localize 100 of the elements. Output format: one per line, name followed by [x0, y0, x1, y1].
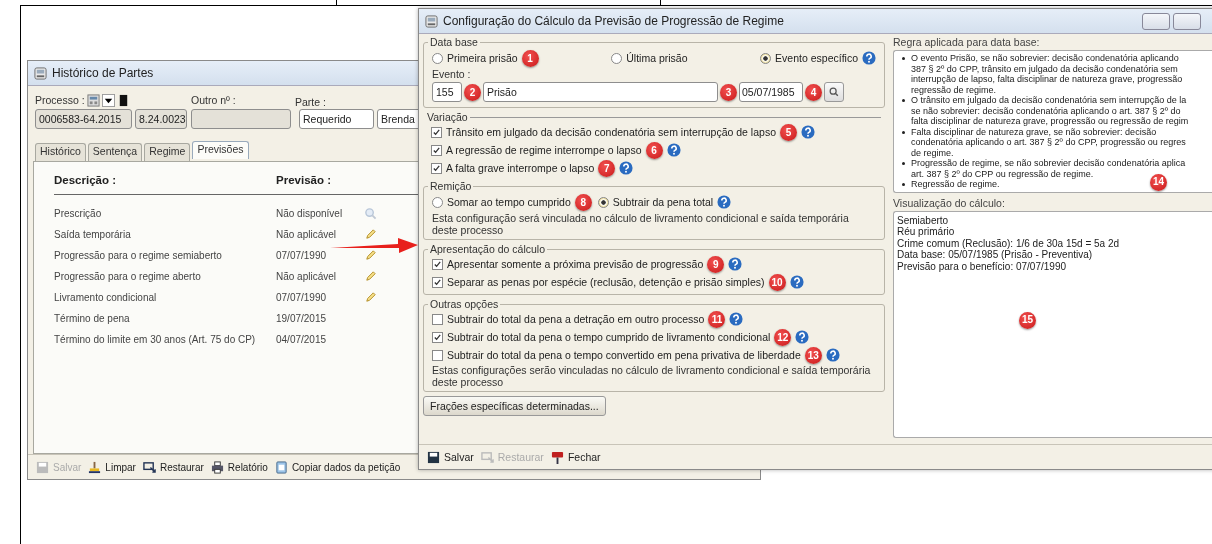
- tab[interactable]: Regime: [144, 143, 191, 161]
- other-number-field[interactable]: [191, 109, 291, 129]
- minimize-button[interactable]: [1142, 12, 1170, 30]
- callout-badge: 3: [720, 83, 737, 101]
- rule-text: Regressão de regime.: [911, 179, 1000, 190]
- radio-button[interactable]: [760, 52, 772, 64]
- process-suffix-field[interactable]: 8.24.0023: [135, 109, 187, 129]
- field-label: Evento :: [432, 68, 472, 82]
- rule-text: O evento Prisão, se não sobrevier: decisão condenatória aplicando: [911, 53, 1180, 64]
- help-icon[interactable]: [717, 195, 732, 209]
- option-label: Somar ao tempo cumprido: [447, 196, 571, 208]
- toolbar-button[interactable]: Limpar: [88, 460, 136, 474]
- checkbox[interactable]: [431, 162, 442, 174]
- checkbox[interactable]: [431, 144, 442, 156]
- description-cell-text: Livramento condicional: [54, 292, 158, 303]
- option-label: Evento específico: [775, 52, 858, 64]
- event-name-field[interactable]: Prisão: [483, 82, 718, 102]
- forecast-cell-text: 04/07/2015: [276, 334, 328, 345]
- note-text: Esta configuração será vinculada no cálculo de livramento condicional e saída temporária deste processo: [432, 212, 850, 236]
- checkbox[interactable]: [432, 258, 443, 270]
- note-text: Estas configurações serão vinculadas no cálculo de livramento condicional e saída temporária deste processo: [432, 364, 872, 388]
- callout-badge: 8: [574, 193, 592, 211]
- event-date-field[interactable]: 05/07/1985: [739, 82, 803, 102]
- forecast-cell-text: Não disponível: [276, 208, 344, 219]
- window-arrow-icon: [142, 460, 156, 474]
- preview-text: Semiaberto: [897, 214, 950, 226]
- preview-text: Previsão para o benefício: 07/07/1990: [897, 260, 1067, 272]
- forecast-cell-text: Não aplicável: [276, 229, 338, 240]
- toolbar-button[interactable]: Salvar: [427, 450, 474, 464]
- panel-label: Regra aplicada para data base:: [893, 36, 1041, 50]
- help-icon[interactable]: [666, 143, 681, 157]
- group-label: Remição: [429, 180, 473, 192]
- description-cell-text: Saída temporária: [54, 229, 132, 240]
- rule-text: regressão de regime.: [911, 84, 998, 95]
- rule-text: se não sobrevier: decisão condenatória aplicando o art. 387 § 2º do: [911, 105, 1182, 116]
- help-icon[interactable]: [729, 312, 744, 326]
- callout-badge: 9: [707, 255, 725, 273]
- checkbox[interactable]: [432, 276, 443, 288]
- radio-button[interactable]: [611, 52, 623, 64]
- checkbox-label: Separar as penas por espécie (reclusão, detenção e prisão simples): [447, 276, 765, 288]
- callout-badge: 2: [464, 83, 481, 101]
- toolbar-button[interactable]: Copiar dados da petição: [274, 460, 401, 474]
- radio-button[interactable]: [432, 52, 443, 64]
- checkbox[interactable]: [432, 349, 443, 361]
- field-label: Processo :: [35, 94, 85, 106]
- checkbox[interactable]: [431, 126, 442, 138]
- help-icon[interactable]: [801, 125, 815, 139]
- dropdown-icon[interactable]: [101, 93, 115, 107]
- checkbox-label: A falta grave interrompe o lapso: [446, 162, 595, 174]
- description-cell-text: Término do limite em 30 anos (Art. 75 do CP): [54, 334, 257, 345]
- checkbox-label: A regressão de regime interrompe o lapso: [446, 144, 642, 156]
- window-icon: [34, 66, 47, 80]
- search-icon: [828, 86, 840, 98]
- bullet-icon: [902, 130, 905, 134]
- group-label: Apresentação do cálculo: [429, 243, 546, 255]
- party-role-field[interactable]: Requerido: [299, 109, 374, 129]
- rule-text: condenatória aplicando o art. 387 § 2º do CPP, progressão ou regres: [911, 137, 1186, 148]
- tab[interactable]: Histórico: [35, 143, 86, 161]
- rule-text: Falta disciplinar de natureza grave, se não sobrevier: decisão: [911, 126, 1158, 137]
- toolbar-button[interactable]: Relatório: [210, 460, 268, 474]
- help-icon[interactable]: [728, 257, 743, 271]
- option-label: Primeira prisão: [447, 52, 518, 64]
- group-label: Outras opções: [429, 298, 500, 310]
- description-cell-text: Término de pena: [54, 313, 131, 324]
- event-code-field[interactable]: 155: [432, 82, 462, 102]
- help-icon[interactable]: [862, 51, 876, 65]
- callout-badge: 13: [804, 346, 822, 364]
- checkbox-label: Subtrair do total da pena o tempo convertido em pena privativa de liberdade: [447, 349, 801, 361]
- callout-badge: 4: [805, 83, 822, 101]
- tab[interactable]: Previsões: [192, 141, 249, 159]
- maximize-button[interactable]: [1173, 12, 1201, 30]
- tab[interactable]: Sentença: [87, 143, 143, 161]
- help-icon[interactable]: [825, 348, 840, 362]
- preview-text: Crime comum (Reclusão): 1/6 de 30a 15d = 5a 2d: [897, 237, 1121, 249]
- preview-text: Data base: 05/07/1985 (Prisão - Preventiva): [897, 249, 1094, 261]
- forecast-cell-text: 19/07/2015: [276, 313, 328, 324]
- forecast-cell-text: 07/07/1990: [276, 292, 328, 303]
- panel-label: Visualização do cálculo:: [893, 196, 1006, 211]
- forecast-cell-text: Não aplicável: [276, 271, 338, 282]
- radio-button[interactable]: [597, 196, 609, 208]
- callout-badge: 6: [645, 141, 663, 159]
- search-button[interactable]: [824, 82, 844, 102]
- rule-text: falta disciplinar de natureza grave, progressão ou regressão de regim: [911, 116, 1189, 127]
- clipboard-icon: [274, 460, 288, 474]
- process-number-field[interactable]: 0006583-64.2015: [35, 109, 132, 129]
- help-icon[interactable]: [619, 161, 634, 175]
- bullet-icon: [902, 99, 905, 102]
- window-icon: [425, 14, 438, 28]
- fractions-button[interactable]: Frações específicas determinadas...: [423, 396, 606, 416]
- description-cell-text: Prescrição: [54, 208, 103, 219]
- help-icon[interactable]: [795, 330, 810, 344]
- checkbox[interactable]: [432, 331, 443, 343]
- radio-button[interactable]: [432, 196, 443, 208]
- toolbar-button[interactable]: Fechar: [550, 450, 601, 464]
- option-label: Subtrair da pena total: [612, 196, 714, 208]
- toolbar-button[interactable]: Restaurar: [142, 460, 204, 474]
- rule-text: de regime.: [911, 147, 955, 158]
- window-arrow-icon: [480, 450, 494, 464]
- help-icon[interactable]: [789, 275, 804, 289]
- checkbox[interactable]: [432, 313, 443, 325]
